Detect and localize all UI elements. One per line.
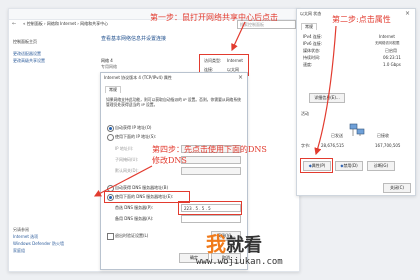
watermark-logo-char: 我 <box>206 232 226 256</box>
step1-arrow <box>231 21 246 52</box>
watermark-logo-text: 就看 <box>226 235 262 256</box>
step4-arrow <box>93 165 153 197</box>
watermark-logo: 我就看 <box>206 228 262 257</box>
watermark-url: www.wojiukan.com <box>196 257 283 267</box>
step2-arrow <box>314 25 337 156</box>
